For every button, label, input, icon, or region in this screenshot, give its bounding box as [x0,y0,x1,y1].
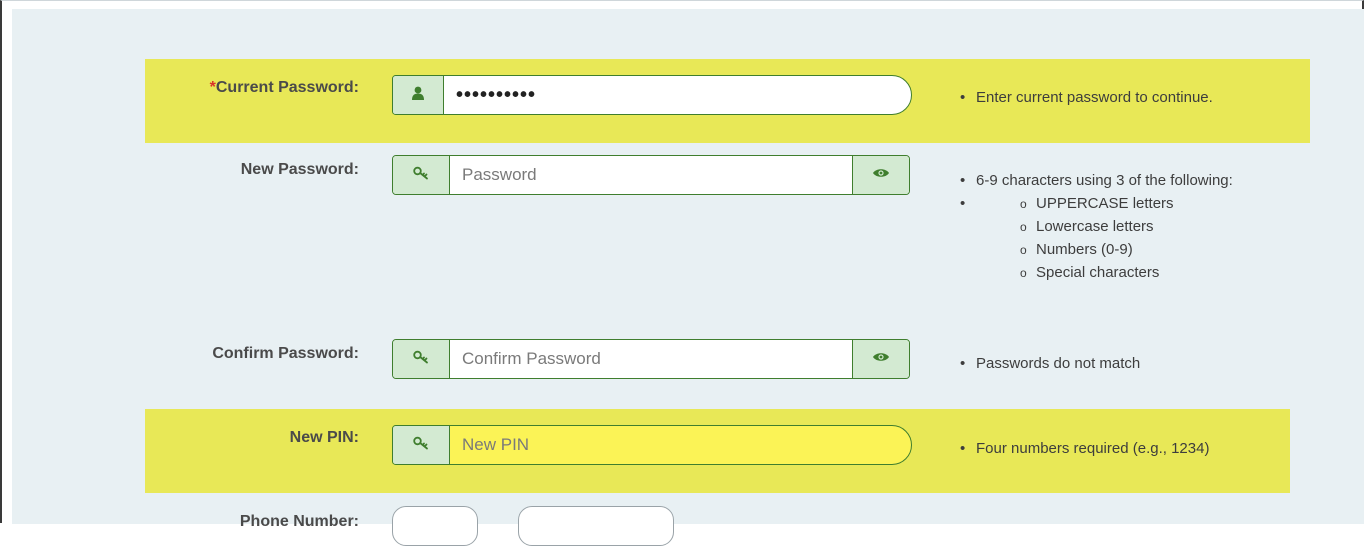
current-password-field [392,75,912,115]
password-rule-numbers: Numbers (0-9) [1018,238,1233,262]
password-rule-lowercase: Lowercase letters [1018,215,1233,239]
user-icon [412,86,424,105]
new-password-input[interactable] [450,156,852,194]
new-password-addon [393,156,450,194]
phone-number-input[interactable] [518,506,674,546]
new-pin-field [392,425,912,465]
phone-number-label: Phone Number: [239,513,359,530]
confirm-password-input[interactable] [450,340,852,378]
key-icon [413,436,429,455]
phone-area-code-input[interactable] [392,506,478,546]
new-password-hints: 6-9 characters using 3 of the following:… [958,169,1233,285]
new-password-hint: 6-9 characters using 3 of the following: [958,169,1233,192]
password-rule-special: Special characters [1018,261,1233,285]
key-icon [413,350,429,369]
current-password-addon [393,76,444,114]
page-frame: *Current Password: Enter current passwor… [0,0,1364,546]
key-icon [413,166,429,185]
confirm-password-label: Confirm Password: [212,345,359,362]
new-password-label: New Password: [240,161,359,178]
confirm-password-addon [393,340,450,378]
current-password-input[interactable] [444,76,911,114]
password-rule-uppercase: UPPERCASE letters [1018,192,1233,216]
current-password-hint: Enter current password to continue. [958,86,1213,109]
confirm-password-hint: Passwords do not match [958,352,1140,375]
confirm-password-toggle-button[interactable] [852,340,909,378]
eye-icon [872,350,890,368]
eye-icon [872,166,890,184]
new-pin-addon [393,426,450,464]
new-password-toggle-button[interactable] [852,156,909,194]
new-password-field [392,155,910,195]
current-password-label: *Current Password: [209,79,359,96]
new-pin-label: New PIN: [289,429,359,446]
new-pin-input[interactable] [450,426,911,464]
confirm-password-field [392,339,910,379]
new-pin-hint: Four numbers required (e.g., 1234) [958,437,1209,460]
form-panel: *Current Password: Enter current passwor… [12,9,1364,546]
